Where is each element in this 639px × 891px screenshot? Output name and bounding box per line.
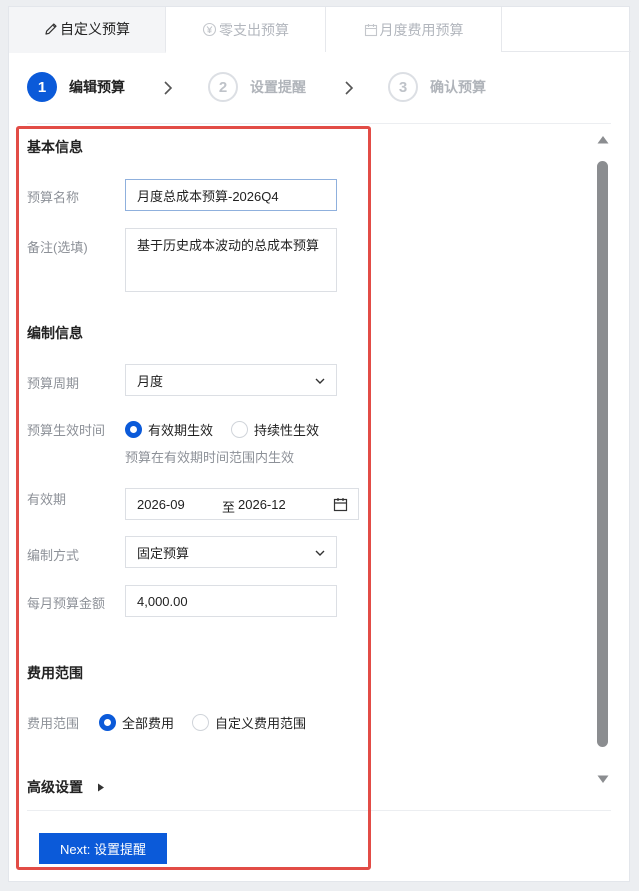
step-label: 编辑预算: [69, 79, 125, 95]
budget-name-label: 预算名称: [27, 190, 80, 205]
scroll-up-arrow-icon[interactable]: [597, 135, 609, 144]
step-number: 3: [388, 72, 418, 102]
effective-time-radio-group: 有效期生效 持续性生效: [125, 420, 337, 439]
radio-dot: [99, 714, 116, 731]
radio-label: 自定义费用范围: [215, 716, 307, 731]
tab-zero-spend-budget-label: 零支出预算: [219, 21, 289, 38]
budget-name-input[interactable]: 月度总成本预算-2026Q4: [125, 179, 337, 211]
yen-coin-icon: [202, 22, 217, 37]
radio-dot: [192, 714, 210, 731]
tab-bar: 自定义预算 零支出预算 月度费用预算: [9, 7, 631, 53]
step-label: 设置提醒: [250, 79, 306, 95]
scroll-down-arrow-icon[interactable]: [597, 775, 609, 784]
tab-custom-budget-label: 自定义预算: [60, 21, 130, 37]
tab-zero-spend-budget[interactable]: 零支出预算: [166, 7, 326, 52]
effective-hint: 预算在有效期时间范围内生效: [125, 450, 295, 465]
next-button[interactable]: Next: 设置提醒: [39, 833, 167, 864]
chevron-down-icon: [315, 550, 325, 556]
caret-right-icon: [98, 783, 104, 791]
method-label: 编制方式: [27, 548, 80, 563]
budget-panel: 自定义预算 零支出预算 月度费用预算 1 编辑预算 2 设置提醒 3 确认预算: [8, 6, 631, 882]
calendar-icon: [364, 23, 378, 37]
vertical-scrollbar[interactable]: [595, 125, 611, 795]
step-set-reminder[interactable]: 2 设置提醒: [208, 72, 306, 102]
scrollbar-thumb[interactable]: [597, 161, 608, 747]
tab-custom-budget[interactable]: 自定义预算: [9, 7, 166, 53]
section-title-scope: 费用范围: [27, 665, 83, 681]
divider: [27, 810, 611, 811]
advanced-settings-toggle[interactable]: 高级设置: [27, 777, 105, 797]
period-label: 预算周期: [27, 376, 80, 391]
validity-start: 2026-09: [137, 497, 185, 512]
validity-separator: 至: [222, 500, 236, 515]
radio-custom-scope[interactable]: 自定义费用范围: [192, 713, 306, 732]
scope-label: 费用范围: [27, 716, 80, 731]
effective-time-label: 预算生效时间: [27, 423, 106, 438]
method-select[interactable]: 固定预算: [125, 536, 337, 568]
period-select[interactable]: 月度: [125, 364, 337, 396]
validity-end: 2026-12: [238, 497, 286, 512]
step-indicator: 1 编辑预算 2 设置提醒 3 确认预算: [27, 67, 617, 109]
advanced-settings-label: 高级设置: [27, 779, 83, 795]
validity-date-range[interactable]: 2026-09 至 2026-12: [125, 488, 359, 520]
divider: [27, 123, 611, 124]
note-textarea[interactable]: 基于历史成本波动的总成本预算: [125, 228, 337, 292]
note-label: 备注(选填): [27, 240, 88, 255]
radio-all-expenses[interactable]: 全部费用: [99, 713, 174, 732]
radio-continuous[interactable]: 持续性生效: [231, 420, 319, 439]
chevron-right-icon: [164, 81, 173, 95]
radio-label: 全部费用: [122, 716, 175, 731]
radio-label: 有效期生效: [148, 423, 214, 438]
radio-label: 持续性生效: [254, 423, 320, 438]
form-scroll-area[interactable]: 基本信息 预算名称 月度总成本预算-2026Q4 备注(选填) 基于历史成本波动…: [27, 125, 611, 815]
chevron-right-icon: [345, 81, 354, 95]
step-edit-budget[interactable]: 1 编辑预算: [27, 72, 125, 102]
step-number: 1: [27, 72, 57, 102]
validity-label: 有效期: [27, 492, 67, 507]
step-label: 确认预算: [430, 79, 486, 95]
tab-monthly-expense-budget[interactable]: 月度费用预算: [326, 7, 502, 52]
tab-monthly-expense-budget-label: 月度费用预算: [379, 21, 464, 38]
scope-radio-group: 全部费用 自定义费用范围: [99, 713, 324, 732]
step-confirm-budget[interactable]: 3 确认预算: [388, 72, 486, 102]
radio-effective-period[interactable]: 有效期生效: [125, 420, 213, 439]
pencil-icon: [44, 22, 58, 36]
period-select-value: 月度: [137, 373, 164, 389]
radio-dot: [125, 421, 142, 438]
calendar-icon[interactable]: [333, 497, 348, 512]
section-title-compile: 编制信息: [27, 325, 83, 341]
monthly-amount-input[interactable]: 4,000.00: [125, 585, 337, 617]
section-title-basic: 基本信息: [27, 139, 83, 155]
radio-dot: [231, 421, 249, 438]
step-number: 2: [208, 72, 238, 102]
chevron-down-icon: [315, 378, 325, 384]
monthly-amount-label: 每月预算金额: [27, 596, 106, 611]
method-select-value: 固定预算: [137, 545, 190, 561]
